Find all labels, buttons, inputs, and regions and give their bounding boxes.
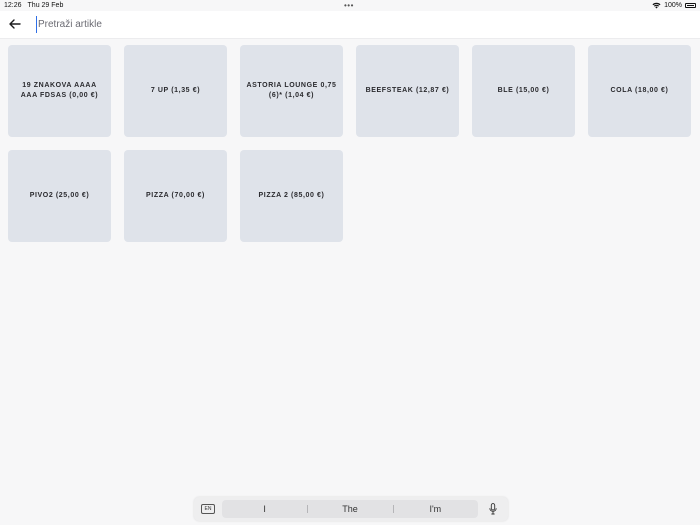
product-label: BEEFSTEAK (12,87 €)	[365, 87, 450, 94]
product-tile[interactable]: BEEFSTEAK (12,87 €)	[356, 45, 459, 137]
status-left: 12:26 Thu 29 Feb	[4, 2, 63, 9]
product-tile[interactable]: 19 ZNAKOVA AAAA AAA FDSAS (0,00 €)	[8, 45, 111, 137]
status-bar: 12:26 Thu 29 Feb ••• 100%	[0, 0, 700, 11]
product-label: COLA (18,00 €)	[610, 87, 669, 94]
product-tile[interactable]: ASTORIA LOUNGE 0,75 (6)* (1,04 €)	[240, 45, 343, 137]
product-label: 7 UP (1,35 €)	[150, 87, 201, 94]
multitasking-dots[interactable]: •••	[344, 1, 354, 10]
product-tile[interactable]: BLE (15,00 €)	[472, 45, 575, 137]
product-tile[interactable]: PIVO2 (25,00 €)	[8, 150, 111, 242]
product-tile[interactable]: PIZZA 2 (85,00 €)	[240, 150, 343, 242]
search-input[interactable]	[36, 16, 436, 33]
battery-icon	[685, 3, 696, 8]
back-button[interactable]	[6, 15, 24, 33]
status-right: 100%	[652, 2, 696, 9]
product-grid: 19 ZNAKOVA AAAA AAA FDSAS (0,00 €) 7 UP (…	[8, 45, 694, 242]
microphone-icon	[489, 503, 497, 515]
product-label: BLE (15,00 €)	[497, 87, 550, 94]
keyboard-suggestion[interactable]: The	[307, 500, 392, 518]
product-label: PIVO2 (25,00 €)	[29, 192, 90, 199]
product-tile[interactable]: 7 UP (1,35 €)	[124, 45, 227, 137]
status-time: 12:26	[4, 2, 22, 9]
keyboard-suggestion-bar: EN I The I'm	[194, 497, 508, 521]
product-tile[interactable]: COLA (18,00 €)	[588, 45, 691, 137]
keyboard-suggestion[interactable]: I'm	[392, 500, 478, 518]
product-label: 19 ZNAKOVA AAAA AAA FDSAS (0,00 €)	[20, 82, 99, 99]
wifi-icon	[652, 2, 661, 9]
status-date: Thu 29 Feb	[27, 2, 64, 9]
product-label: PIZZA (70,00 €)	[146, 192, 205, 199]
keyboard-language-button[interactable]: EN	[201, 504, 215, 514]
product-tile[interactable]: PIZZA (70,00 €)	[124, 150, 227, 242]
keyboard-suggestion[interactable]: I	[222, 500, 307, 518]
suggestion-strip: I The I'm	[222, 500, 478, 518]
battery-percent: 100%	[664, 2, 682, 9]
dictation-button[interactable]	[487, 502, 499, 516]
search-header	[0, 11, 700, 39]
arrow-left-icon	[9, 19, 21, 29]
product-label: PIZZA 2 (85,00 €)	[258, 192, 325, 199]
product-label: ASTORIA LOUNGE 0,75 (6)* (1,04 €)	[246, 82, 337, 99]
